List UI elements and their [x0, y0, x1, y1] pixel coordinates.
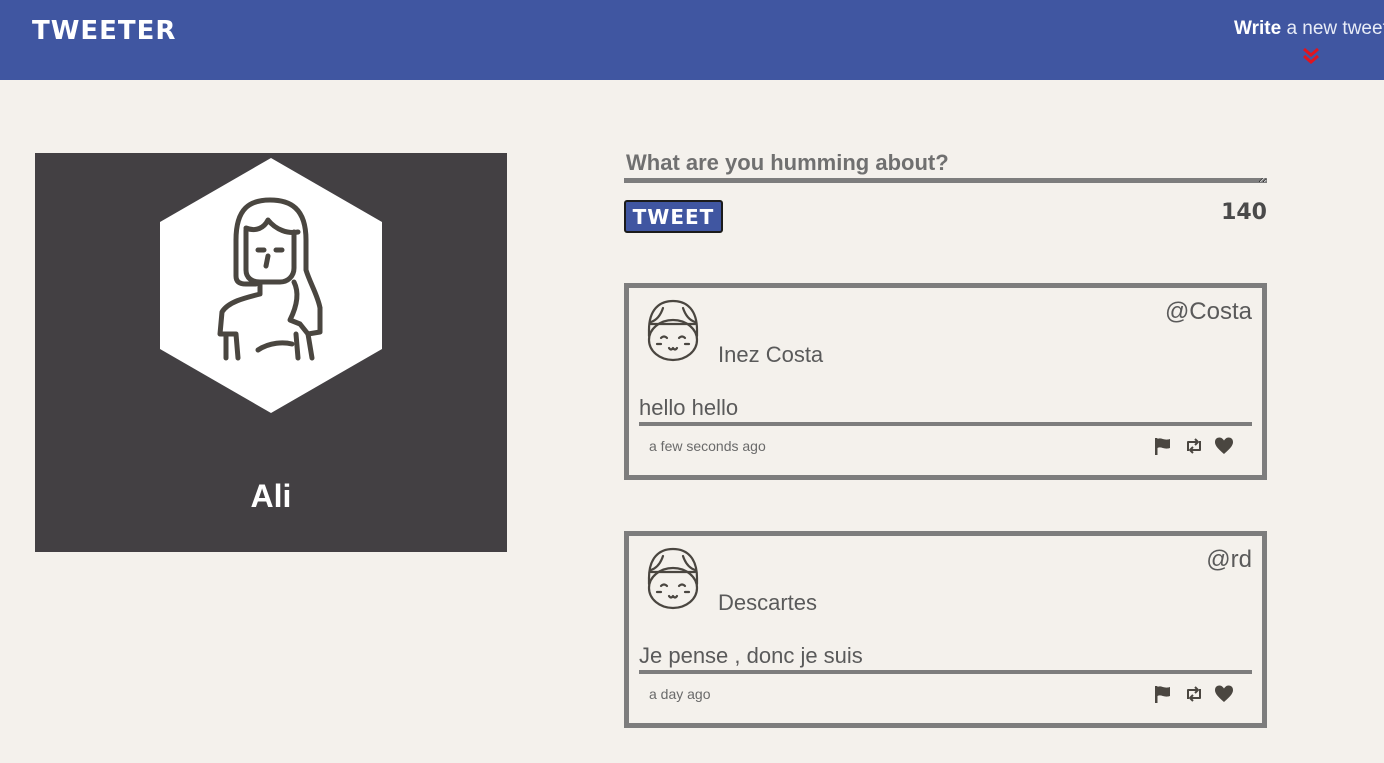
- top-nav: TWEETER Write a new tweet: [0, 0, 1384, 80]
- tweet-actions: [1153, 684, 1243, 704]
- flag-icon[interactable]: [1153, 436, 1173, 456]
- tweet-card: @Costa Inez Costa hello hello a few seco…: [624, 283, 1267, 480]
- woman-avatar-icon: [160, 158, 382, 413]
- compose-form: What are you humming about? TWEET 140: [624, 148, 1267, 233]
- tweet-text: Je pense , donc je suis: [639, 643, 863, 668]
- retweet-icon[interactable]: [1184, 684, 1204, 704]
- double-chevron-down-icon[interactable]: [1302, 46, 1320, 66]
- tweet-timestamp: a few seconds ago: [649, 438, 766, 454]
- retweet-icon[interactable]: [1184, 436, 1204, 456]
- tweet-timestamp: a day ago: [649, 686, 711, 702]
- tweet-text: hello hello: [639, 395, 739, 420]
- write-new-tweet-toggle[interactable]: Write a new tweet: [1234, 18, 1384, 68]
- girl-avatar-icon: [647, 547, 699, 610]
- tweet-divider: [639, 422, 1252, 426]
- tweet-card: @rd Descartes Je pense , donc je suis a …: [624, 531, 1267, 728]
- tweet-author-name: Inez Costa: [718, 342, 824, 367]
- girl-avatar-icon: [647, 299, 699, 362]
- flag-icon[interactable]: [1153, 684, 1173, 704]
- tweet-handle: @rd: [1206, 546, 1252, 573]
- write-label: Write: [1234, 18, 1282, 39]
- character-counter: 140: [1221, 200, 1267, 225]
- heart-icon[interactable]: [1214, 436, 1234, 456]
- tweet-input[interactable]: [624, 178, 1267, 183]
- compose-label: What are you humming about?: [626, 150, 949, 175]
- tweet-divider: [639, 670, 1252, 674]
- tweet-handle: @Costa: [1164, 298, 1252, 325]
- heart-icon[interactable]: [1214, 684, 1234, 704]
- tweet-actions: [1153, 436, 1243, 456]
- profile-name: Ali: [250, 478, 292, 514]
- tweet-button[interactable]: TWEET: [624, 200, 723, 233]
- new-tweet-label: a new tweet: [1281, 18, 1384, 39]
- tweet-author-name: Descartes: [718, 590, 818, 615]
- profile-card: Ali: [35, 153, 507, 552]
- logo: TWEETER: [32, 16, 177, 46]
